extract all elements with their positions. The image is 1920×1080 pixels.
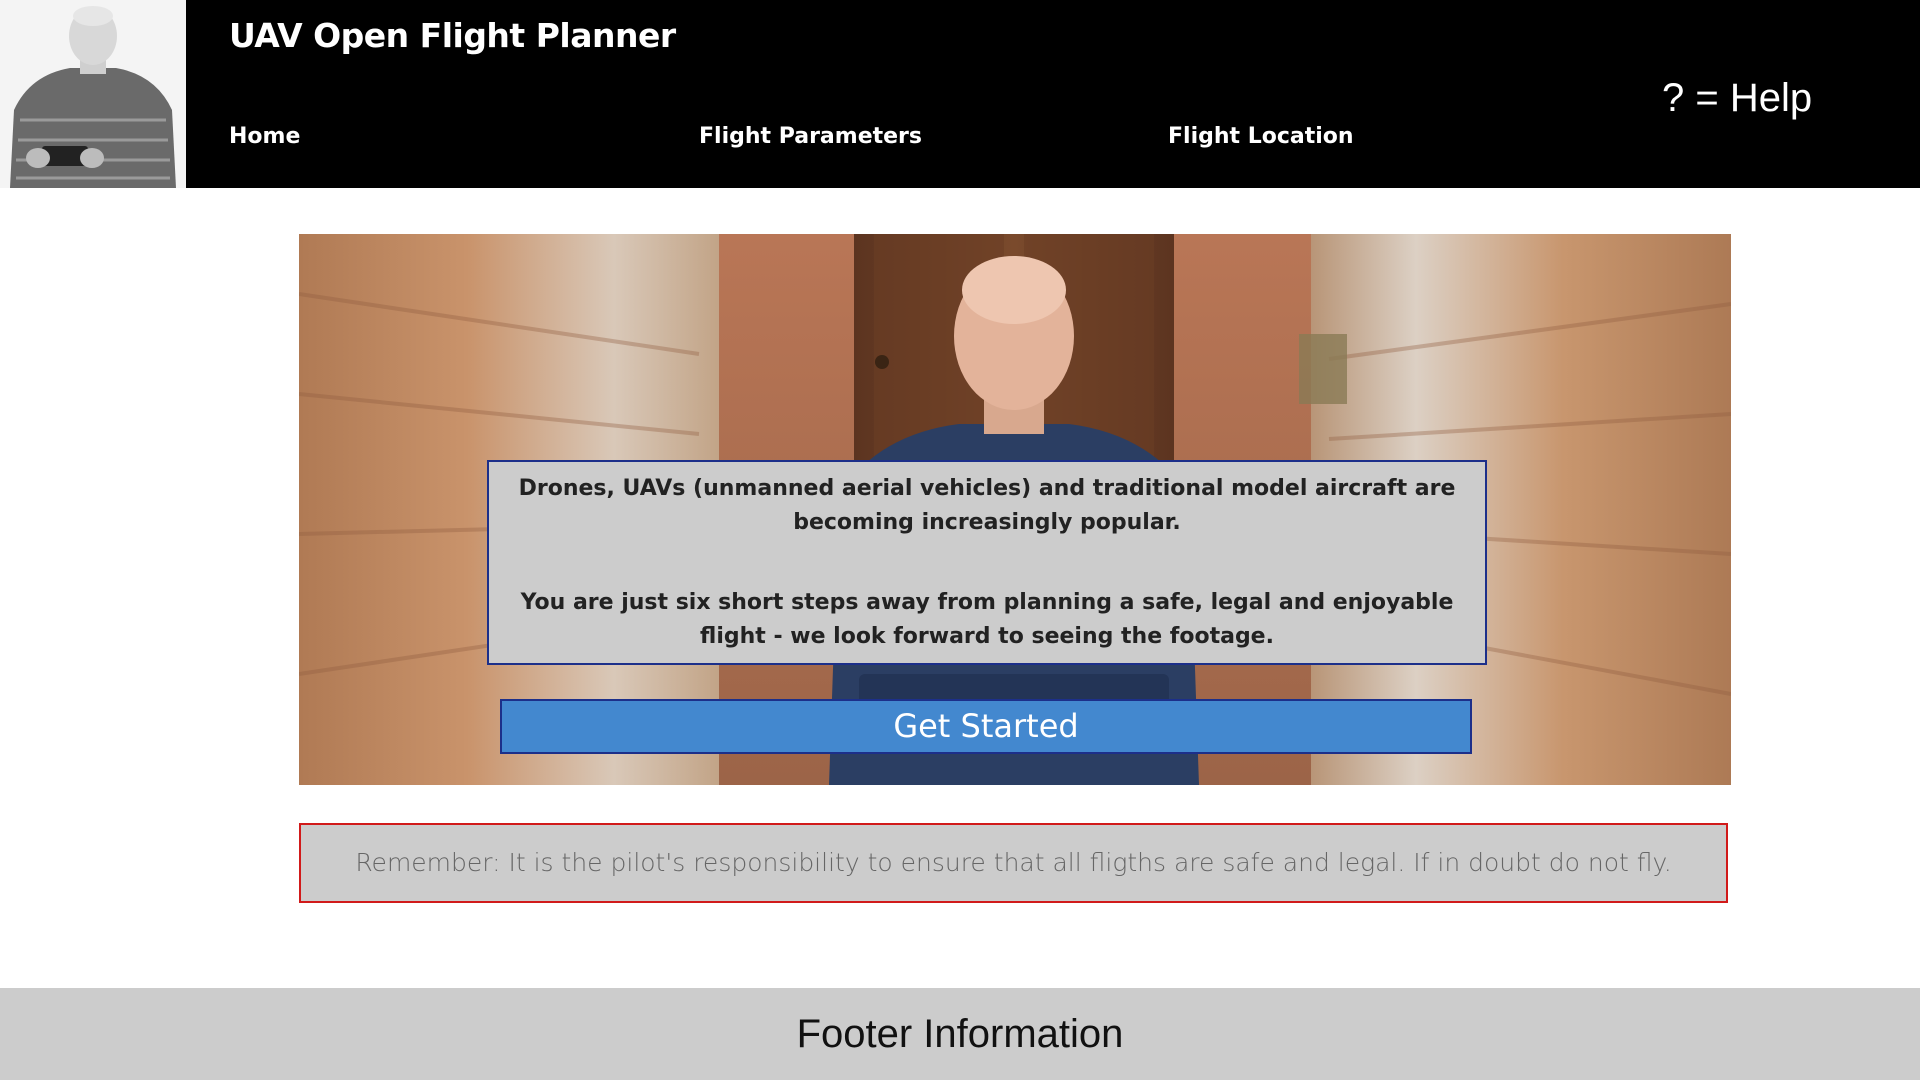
intro-paragraph: You are just six short steps away from p… [520,590,1454,649]
help-link[interactable]: ? = Help [1662,76,1812,121]
intro-paragraph: Drones, UAVs (unmanned aerial vehicles) … [518,476,1456,535]
safety-warning-text: Remember: It is the pilot's responsibili… [355,848,1672,877]
hero-banner: Drones, UAVs (unmanned aerial vehicles) … [299,234,1731,785]
nav-home[interactable]: Home [229,124,300,149]
avatar [0,0,186,188]
app-title: UAV Open Flight Planner [229,16,676,55]
safety-warning-banner: Remember: It is the pilot's responsibili… [299,823,1728,903]
intro-message-box: Drones, UAVs (unmanned aerial vehicles) … [487,460,1487,665]
nav-flight-parameters[interactable]: Flight Parameters [699,124,922,149]
site-header: UAV Open Flight Planner Home Flight Para… [0,0,1920,188]
pilot-photo-image [0,0,186,188]
footer-text: Footer Information [796,1012,1124,1056]
get-started-button[interactable]: Get Started [500,699,1472,754]
site-footer: Footer Information [0,988,1920,1080]
nav-flight-location[interactable]: Flight Location [1168,124,1354,149]
